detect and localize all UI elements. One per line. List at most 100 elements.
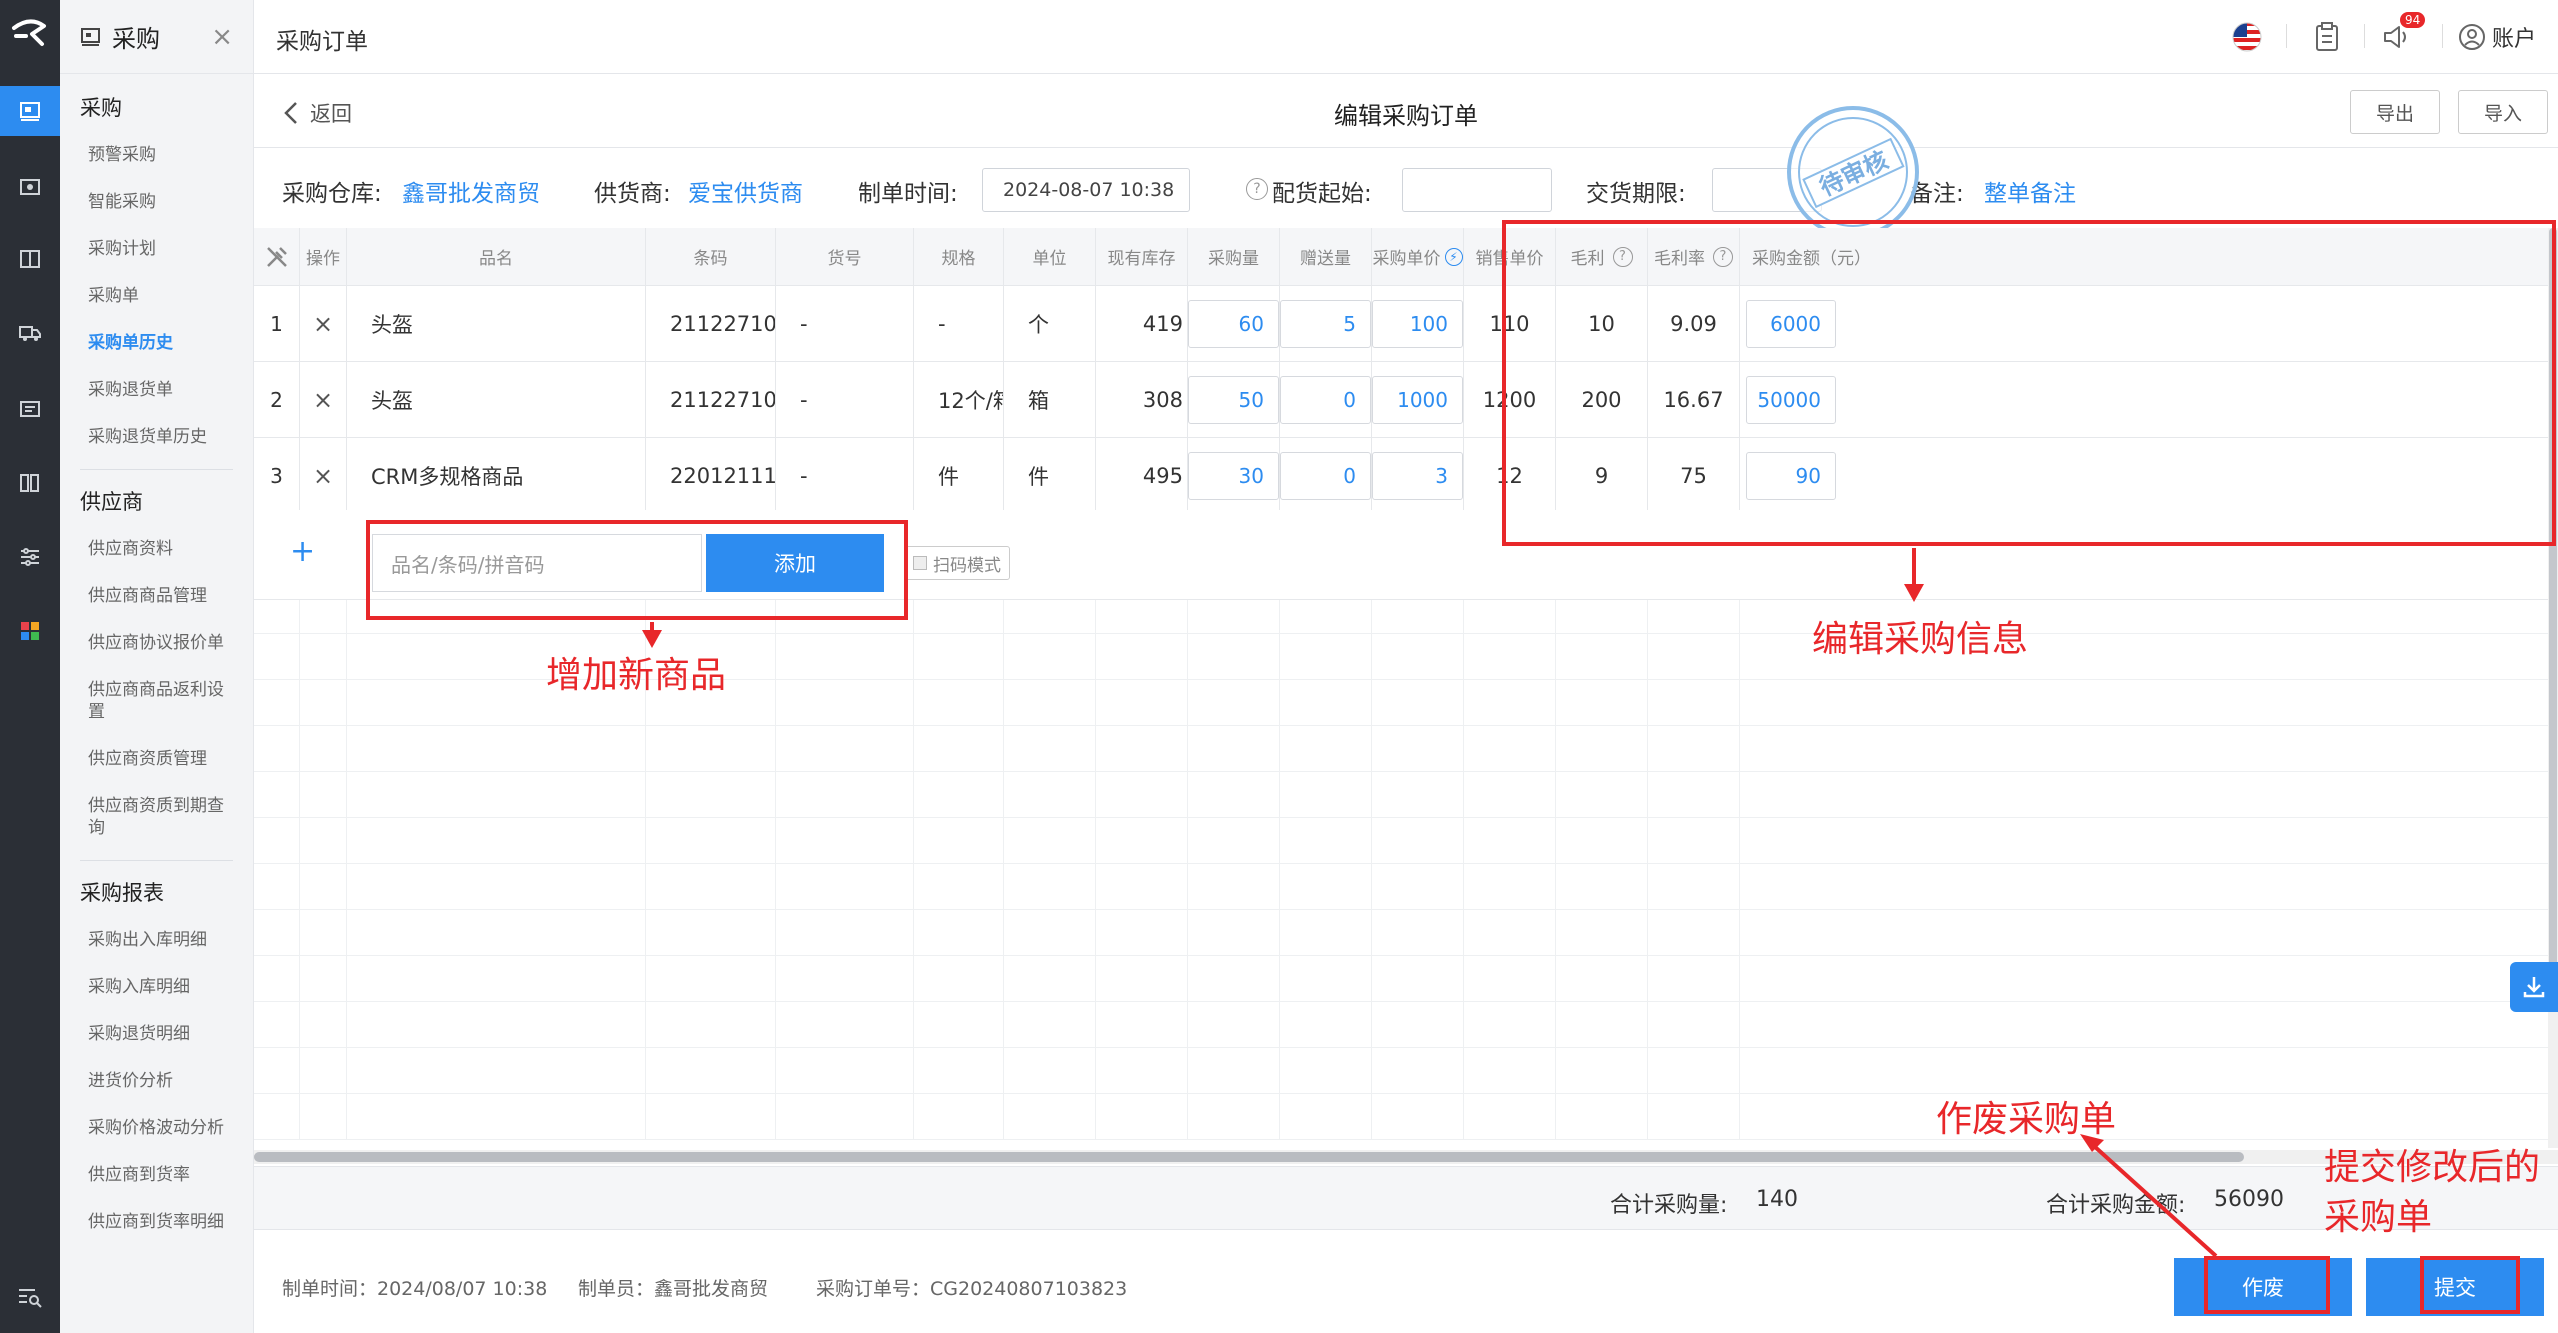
scan-mode-checkbox[interactable] <box>913 556 927 570</box>
empty-grid-cell <box>1188 772 1280 818</box>
empty-grid-cell <box>1740 910 2558 956</box>
bolt-icon[interactable]: ⚡ <box>1445 248 1463 266</box>
table-cell: - <box>776 438 914 514</box>
rail-report-icon[interactable] <box>0 458 60 508</box>
delivery-start-field[interactable] <box>1402 168 1552 212</box>
sidebar-item[interactable]: 供应商资质到期查询 <box>60 783 253 852</box>
sidebar-item[interactable]: 采购单历史 <box>60 320 253 367</box>
sidebar-item[interactable]: 采购退货单历史 <box>60 414 253 461</box>
empty-grid-cell <box>914 818 1004 864</box>
empty-grid-cell <box>1648 680 1740 726</box>
table-cell: 2112271032082 <box>646 362 776 438</box>
rail-sales-icon[interactable] <box>0 162 60 212</box>
sidebar-item[interactable]: 供应商商品返利设置 <box>60 667 253 736</box>
gift-input[interactable]: 0 <box>1280 376 1371 424</box>
rail-search-menu-icon[interactable] <box>0 1272 60 1322</box>
sidebar-item[interactable]: 供应商到货率 <box>60 1152 253 1199</box>
close-icon[interactable]: × <box>211 22 233 52</box>
empty-grid-cell <box>1740 864 2558 910</box>
sidebar-item[interactable]: 采购入库明细 <box>60 964 253 1011</box>
created-time-field[interactable]: 2024-08-07 10:38 <box>982 168 1190 212</box>
notification-icon[interactable]: 94 <box>2382 20 2414 54</box>
annotation-edit-info: 编辑采购信息 <box>1812 610 2028 662</box>
clipboard-icon[interactable] <box>2314 20 2340 54</box>
empty-grid-cell <box>1464 1094 1556 1140</box>
delete-row-icon[interactable]: × <box>313 462 333 490</box>
price-input[interactable]: 3 <box>1372 452 1463 500</box>
rail-apps-icon[interactable] <box>0 606 60 656</box>
empty-grid-cell <box>254 1002 300 1048</box>
empty-grid-cell <box>1372 1048 1464 1094</box>
supplier-link[interactable]: 爱宝供货商 <box>688 174 803 208</box>
price-input[interactable]: 1000 <box>1372 376 1463 424</box>
empty-grid-cell <box>1372 1002 1464 1048</box>
delete-row-icon[interactable]: × <box>313 386 333 414</box>
empty-grid-cell <box>1556 818 1648 864</box>
total-amount-value: 56090 <box>2214 1187 2284 1212</box>
sidebar-item[interactable]: 智能采购 <box>60 179 253 226</box>
warehouse-link[interactable]: 鑫哥批发商贸 <box>402 174 540 208</box>
empty-grid-cell <box>1372 910 1464 956</box>
empty-grid-cell <box>1740 818 2558 864</box>
sidebar-item[interactable]: 供应商资质管理 <box>60 736 253 783</box>
qty-input[interactable]: 50 <box>1188 376 1279 424</box>
sidebar-item[interactable]: 进货价分析 <box>60 1058 253 1105</box>
sidebar-item[interactable]: 采购出入库明细 <box>60 917 253 964</box>
column-header: 品名 <box>347 228 646 286</box>
column-settings-icon[interactable] <box>254 228 300 286</box>
column-header: 采购量 <box>1188 228 1280 286</box>
rail-finance-icon[interactable] <box>0 384 60 434</box>
sidebar-item[interactable]: 供应商协议报价单 <box>60 620 253 667</box>
created-label: 制单时间: <box>858 174 958 208</box>
empty-grid-cell <box>1740 1094 2558 1140</box>
horizontal-scrollbar-thumb[interactable] <box>254 1152 2244 1162</box>
table-cell: 495 <box>1096 438 1188 514</box>
qty-input[interactable]: 30 <box>1188 452 1279 500</box>
sidebar-item[interactable]: 采购计划 <box>60 226 253 273</box>
remark-link[interactable]: 整单备注 <box>1984 174 2076 208</box>
sidebar-item[interactable]: 供应商到货率明细 <box>60 1199 253 1246</box>
language-flag-icon[interactable] <box>2232 20 2262 54</box>
gift-input[interactable]: 0 <box>1280 452 1371 500</box>
sidebar-item[interactable]: 供应商商品管理 <box>60 573 253 620</box>
back-button[interactable]: 返回 <box>284 98 352 128</box>
empty-grid-cell <box>300 726 347 772</box>
add-row-plus-icon[interactable]: + <box>290 534 315 569</box>
empty-grid-cell <box>300 772 347 818</box>
qty-input[interactable]: 60 <box>1188 300 1279 348</box>
empty-grid-cell <box>1648 726 1740 772</box>
table-cell: 30 <box>1188 438 1280 514</box>
sidebar-item[interactable]: 采购退货单 <box>60 367 253 414</box>
download-button[interactable] <box>2510 962 2558 1012</box>
module-title: 采购 <box>112 19 160 54</box>
price-input[interactable]: 100 <box>1372 300 1463 348</box>
scan-mode-toggle[interactable]: 扫码模式 <box>904 546 1010 580</box>
account-menu[interactable]: 账户 <box>2458 20 2536 54</box>
empty-grid-cell <box>1556 1094 1648 1140</box>
delete-row-icon[interactable]: × <box>313 310 333 338</box>
sidebar-item[interactable]: 预警采购 <box>60 132 253 179</box>
table-cell: 60 <box>1188 286 1280 362</box>
horizontal-scrollbar[interactable] <box>254 1150 2558 1164</box>
sidebar-item[interactable]: 采购单 <box>60 273 253 320</box>
sidebar-item[interactable]: 供应商资料 <box>60 526 253 573</box>
empty-grid-cell <box>300 864 347 910</box>
unit-text: 个 <box>1028 309 1049 339</box>
empty-grid-cell <box>646 1094 776 1140</box>
empty-grid-cell <box>1372 680 1464 726</box>
sidebar-item[interactable]: 采购退货明细 <box>60 1011 253 1058</box>
import-button[interactable]: 导入 <box>2458 90 2548 134</box>
deadline-label: 交货期限: <box>1586 174 1686 208</box>
rail-book-icon[interactable] <box>0 234 60 284</box>
rail-purchase-icon[interactable] <box>0 86 60 136</box>
gift-input[interactable]: 5 <box>1280 300 1371 348</box>
export-button[interactable]: 导出 <box>2350 90 2440 134</box>
empty-grid-cell <box>914 1002 1004 1048</box>
page-toolbar: 编辑采购订单 返回 导出 导入 <box>254 74 2558 148</box>
rail-settings-icon[interactable] <box>0 532 60 582</box>
empty-grid-cell <box>914 600 1004 634</box>
empty-grid-cell <box>646 1002 776 1048</box>
rail-truck-icon[interactable] <box>0 308 60 358</box>
empty-grid-cell <box>1280 1002 1372 1048</box>
sidebar-item[interactable]: 采购价格波动分析 <box>60 1105 253 1152</box>
